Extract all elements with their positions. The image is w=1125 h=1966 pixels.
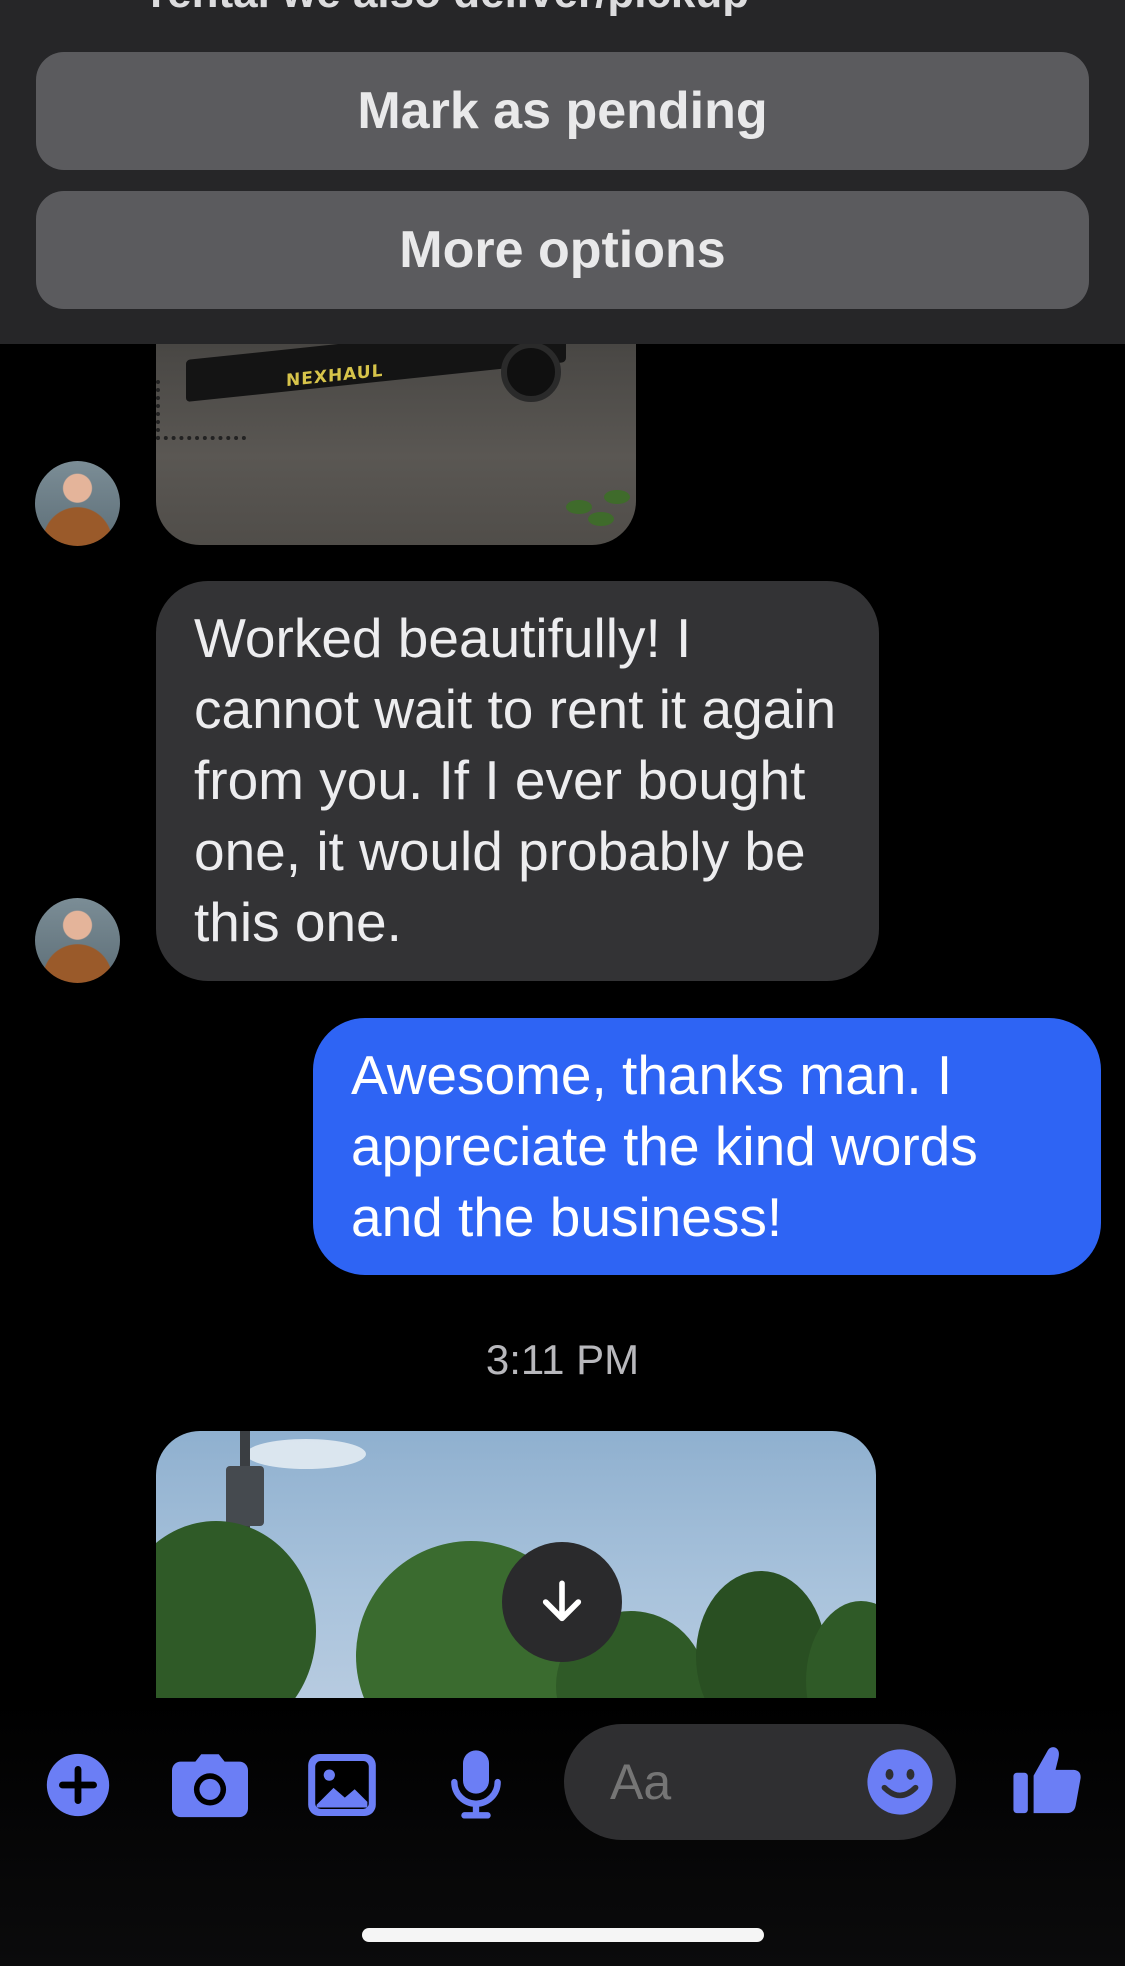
like-button[interactable] (1012, 1742, 1084, 1818)
action-sheet: rental we also deliver/pickup Mark as pe… (0, 0, 1125, 344)
microphone-button[interactable] (448, 1750, 504, 1819)
thumbs-up-icon (1013, 1747, 1081, 1814)
messenger-screen: NEXHAUL rental we also deliver/pickup Ma… (0, 0, 1125, 1966)
mark-as-pending-button[interactable]: Mark as pending (36, 52, 1089, 170)
message-input-pill[interactable] (564, 1724, 956, 1840)
home-indicator[interactable] (362, 1928, 764, 1942)
arrow-down-icon (542, 1580, 582, 1622)
sheet-caption: rental we also deliver/pickup (150, 0, 749, 18)
message-input[interactable] (610, 1724, 830, 1840)
message-timestamp: 3:11 PM (485, 1336, 640, 1383)
incoming-message[interactable]: Worked beautifully! I cannot wait to ren… (156, 581, 879, 981)
scroll-to-bottom-button[interactable] (502, 1542, 622, 1662)
leaf (588, 512, 614, 526)
camera-icon (172, 1754, 248, 1818)
gallery-button[interactable] (308, 1752, 376, 1818)
plus-icon (46, 1753, 110, 1817)
tree (156, 1521, 316, 1699)
camera-button[interactable] (172, 1752, 248, 1818)
leaf (566, 500, 592, 514)
cloud (246, 1439, 366, 1469)
gallery-icon (308, 1754, 376, 1816)
pole-antenna (226, 1466, 264, 1526)
trailer-wheel (501, 342, 561, 402)
contact-avatar[interactable] (35, 461, 120, 546)
contact-avatar[interactable] (35, 898, 120, 983)
add-button[interactable] (44, 1752, 112, 1818)
leaf (604, 490, 630, 504)
more-options-button[interactable]: More options (36, 191, 1089, 309)
microphone-icon (451, 1750, 501, 1819)
outgoing-message[interactable]: Awesome, thanks man. I appreciate the ki… (313, 1018, 1101, 1275)
emoji-icon (867, 1749, 933, 1815)
composer-bar (0, 1698, 1125, 1966)
emoji-button[interactable] (866, 1748, 934, 1821)
